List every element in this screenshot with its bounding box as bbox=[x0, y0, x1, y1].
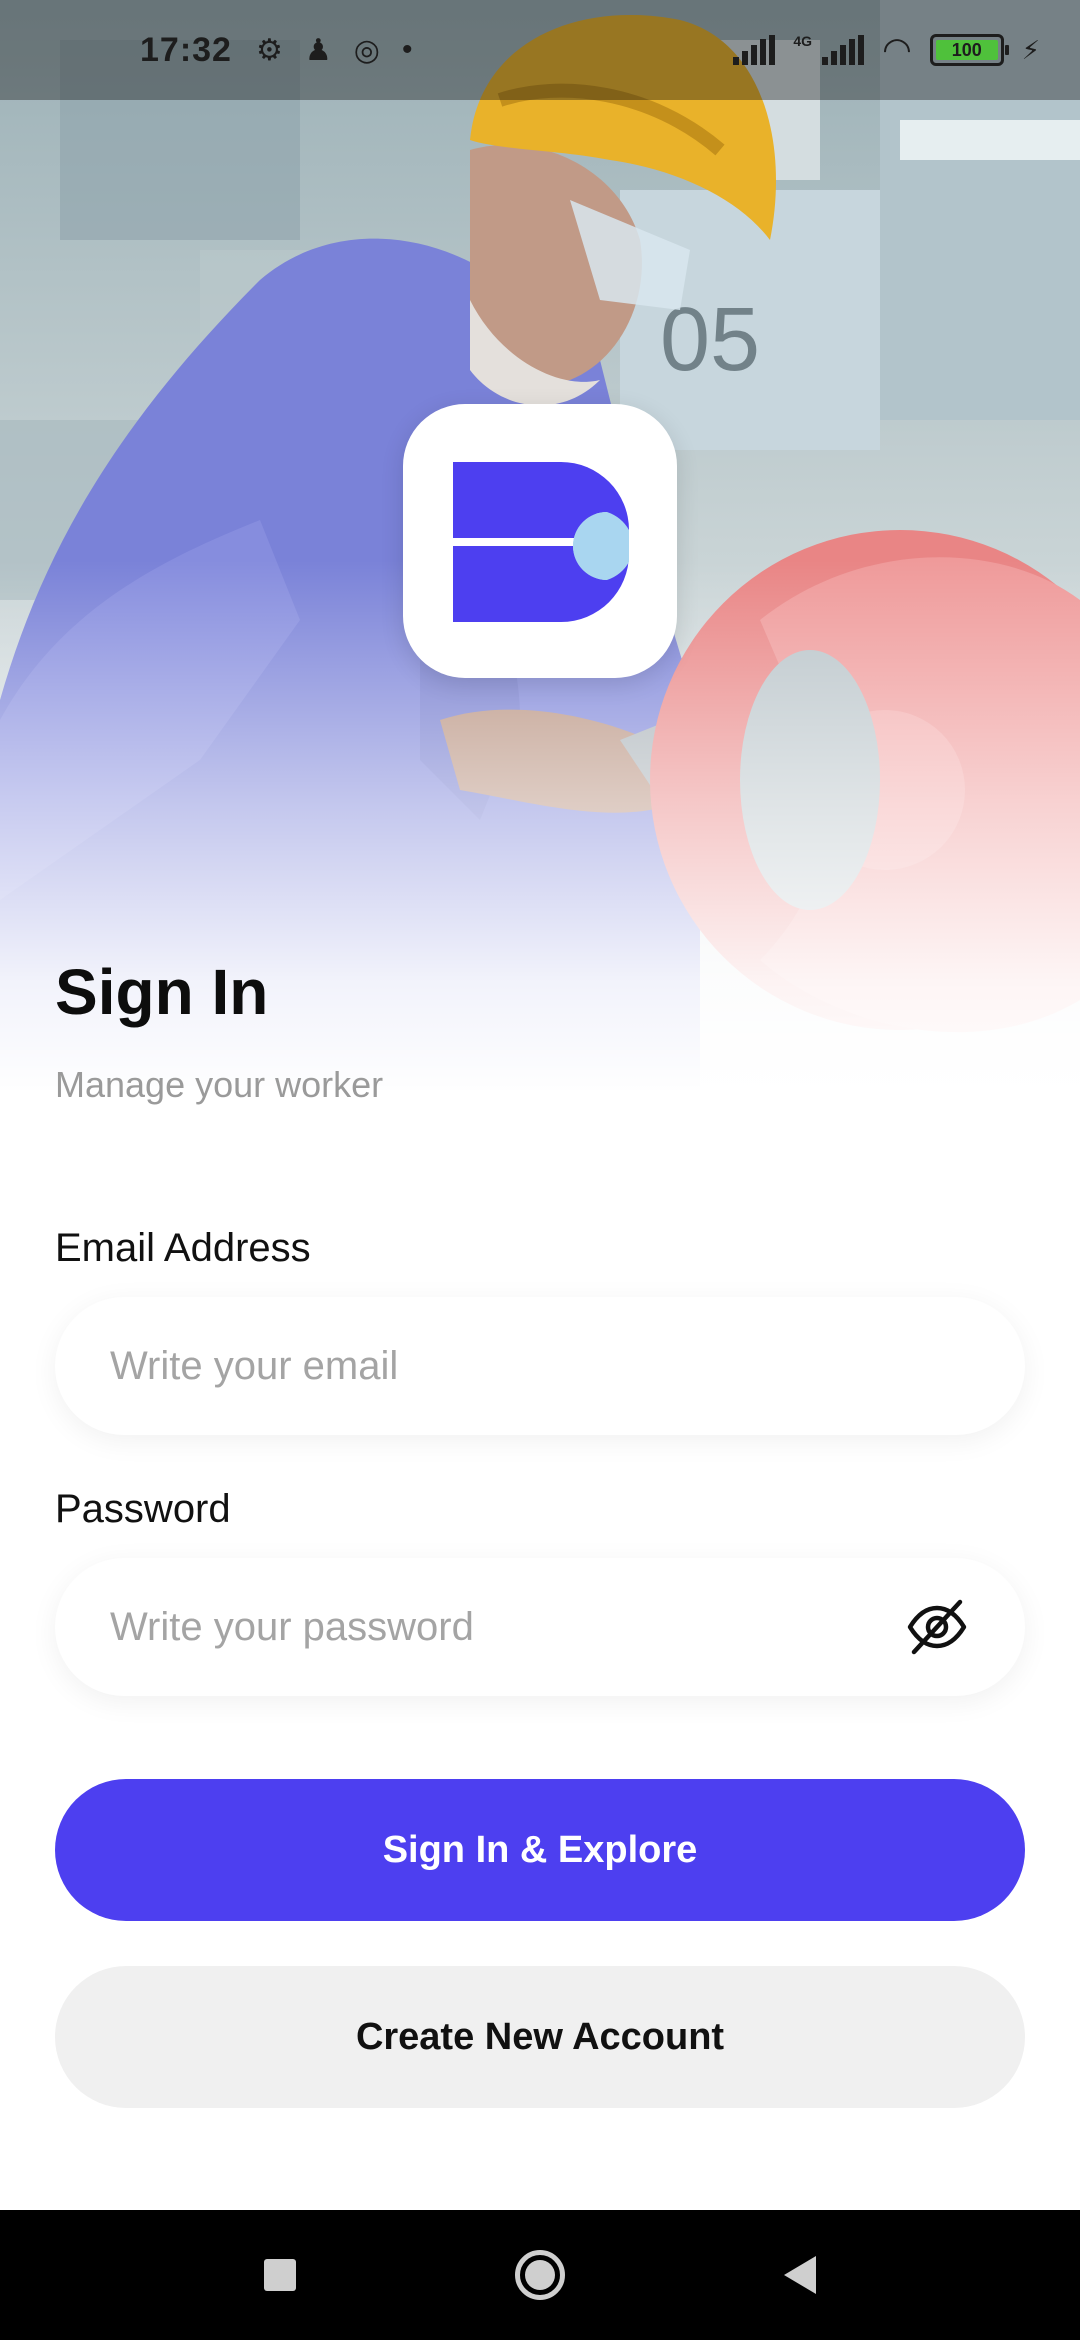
password-field[interactable] bbox=[55, 1558, 1025, 1696]
home-button[interactable] bbox=[510, 2245, 570, 2305]
logo-mark-icon bbox=[453, 462, 629, 622]
page-title: Sign In bbox=[55, 956, 269, 1028]
recents-icon bbox=[264, 2259, 296, 2291]
email-field[interactable] bbox=[55, 1297, 1025, 1435]
notification-icon: ♟ bbox=[304, 33, 332, 67]
app-logo bbox=[403, 404, 677, 678]
settings-icon: ⚙ bbox=[255, 33, 283, 67]
status-right-icons: 4G ◠ 100 ⚡ bbox=[733, 30, 1040, 70]
status-time: 17:32 bbox=[140, 30, 232, 69]
recents-button[interactable] bbox=[250, 2245, 310, 2305]
email-label: Email Address bbox=[55, 1226, 311, 1270]
create-account-button[interactable]: Create New Account bbox=[55, 1966, 1025, 2108]
back-button[interactable] bbox=[770, 2245, 830, 2305]
email-input[interactable] bbox=[110, 1343, 970, 1389]
charging-icon: ⚡ bbox=[1021, 34, 1040, 65]
signal-4g-icon bbox=[822, 35, 865, 65]
battery-icon: 100 bbox=[929, 34, 1009, 66]
navigation-bar bbox=[0, 2210, 1080, 2340]
sign-in-button[interactable]: Sign In & Explore bbox=[55, 1779, 1025, 1921]
battery-level: 100 bbox=[935, 40, 998, 60]
page-subtitle: Manage your worker bbox=[55, 1064, 384, 1105]
wifi-icon: ◠ bbox=[882, 31, 912, 69]
sync-icon: ◎ bbox=[353, 33, 380, 67]
signal-icon bbox=[733, 35, 776, 65]
eye-off-icon[interactable] bbox=[904, 1594, 970, 1660]
status-bar: 17:32 ⚙ ♟ ◎ • 4G ◠ 100 ⚡ bbox=[0, 0, 1080, 100]
password-input[interactable] bbox=[110, 1604, 884, 1650]
home-icon bbox=[515, 2250, 565, 2300]
status-left-icons: ⚙ ♟ ◎ • bbox=[256, 33, 413, 68]
network-label: 4G bbox=[793, 33, 813, 49]
dot-icon: • bbox=[401, 33, 413, 66]
back-icon bbox=[784, 2256, 816, 2294]
password-label: Password bbox=[55, 1487, 231, 1531]
